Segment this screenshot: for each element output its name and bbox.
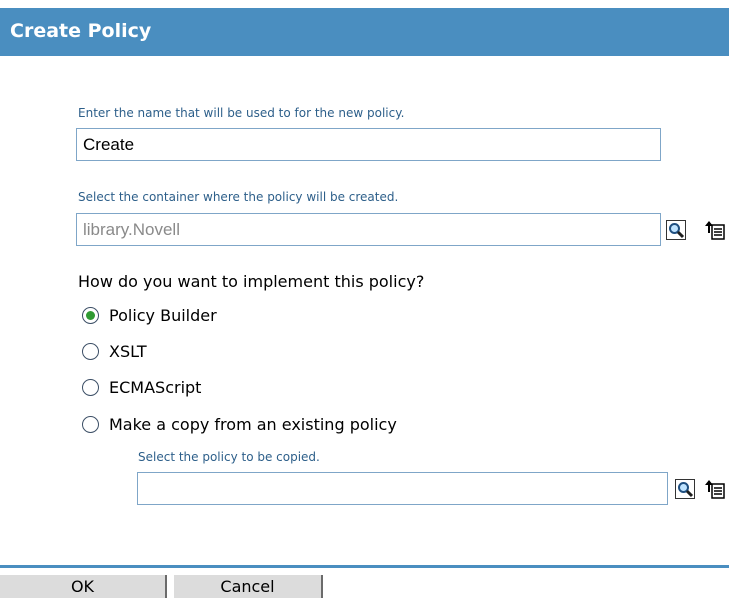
cancel-button[interactable]: Cancel [174,575,323,598]
implementation-question: How do you want to implement this policy… [78,272,425,291]
container-tree-button[interactable] [704,219,725,240]
option-label-policy-builder: Policy Builder [109,306,217,325]
ok-button[interactable]: OK [0,575,167,598]
footer-divider [0,565,729,568]
container-input[interactable]: library.Novell [76,213,661,246]
radio-button-copy-existing[interactable] [82,416,99,433]
tree-browse-icon [705,480,725,499]
copy-policy-input[interactable] [137,472,668,505]
copy-policy-tree-button[interactable] [704,478,725,499]
dialog-title: Create Policy [10,20,152,42]
name-hint: Enter the name that will be used to for … [78,106,405,120]
radio-button-ecmascript[interactable] [82,379,99,396]
search-icon [678,482,694,498]
search-icon [669,223,685,239]
option-label-copy-existing: Make a copy from an existing policy [109,415,397,434]
policy-name-input[interactable]: Create [76,128,661,161]
radio-button-policy-builder[interactable] [82,307,99,324]
copy-policy-hint: Select the policy to be copied. [138,450,320,464]
tree-browse-icon [705,221,725,240]
container-search-button[interactable] [666,220,686,240]
copy-policy-search-button[interactable] [675,479,695,499]
container-hint: Select the container where the policy wi… [78,190,399,204]
option-label-xslt: XSLT [109,342,147,361]
option-label-ecmascript: ECMAScript [109,378,202,397]
radio-button-xslt[interactable] [82,343,99,360]
dialog-header: Create Policy [0,8,729,56]
